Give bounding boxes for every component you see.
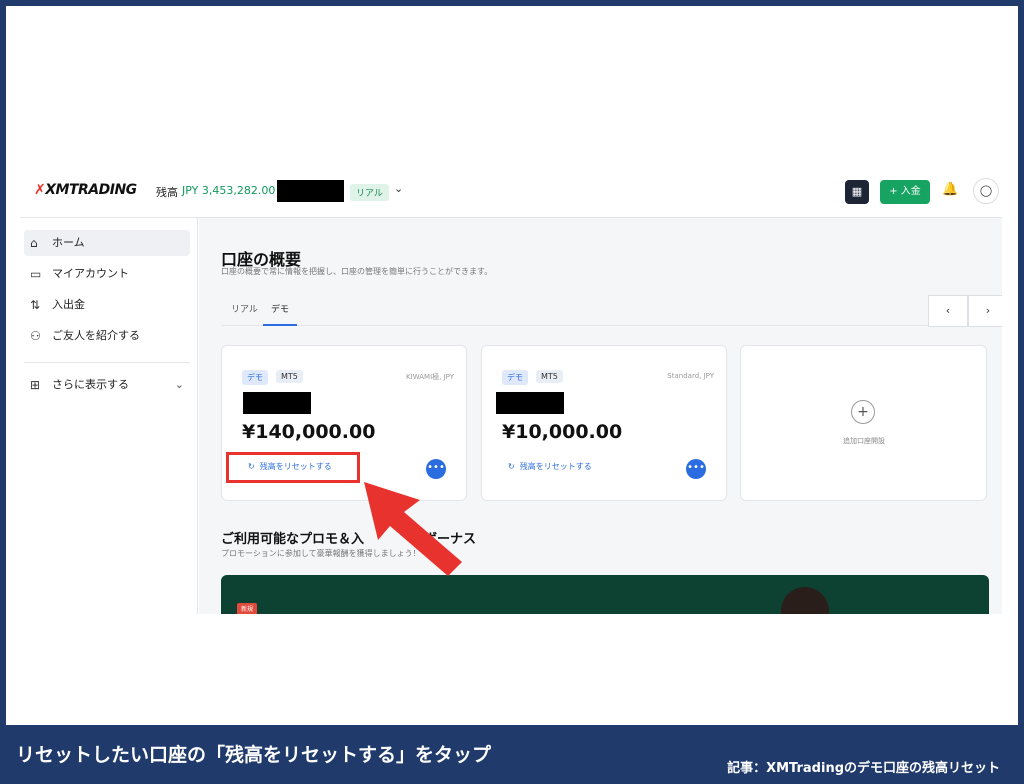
app-window: ✗XMTRADING 残高 JPY 3,453,282.00 リアル ⌄ ▦ +… — [20, 168, 1002, 614]
promo-banner[interactable]: 新規 — [221, 575, 989, 614]
sidebar-item-label: さらに表示する — [52, 378, 129, 391]
instruction-caption: リセットしたい口座の「残高をリセットする」をタップ — [16, 744, 492, 766]
sidebar-item-label: 入出金 — [52, 298, 85, 311]
balance-label: 残高 — [156, 186, 178, 199]
page-subtitle: 口座の概要で常に情報を把握し、口座の管理を簡単に行うことができます。 — [221, 267, 493, 276]
sidebar-item-deposit-withdraw[interactable]: ⇅ 入出金 — [24, 292, 190, 318]
account-type-badge: リアル — [350, 184, 389, 201]
account-balance: ¥140,000.00 — [242, 421, 376, 443]
home-icon: ⌂ — [30, 236, 38, 250]
sidebar: ⌂ ホーム ▭ マイアカウント ⇅ 入出金 ⚇ ご友人を紹介する ⊞ さらに表示… — [20, 218, 198, 614]
prev-button[interactable]: ‹ — [928, 295, 968, 327]
redacted-account-id — [496, 392, 564, 414]
more-options-icon[interactable]: ••• — [686, 459, 706, 479]
sidebar-item-my-account[interactable]: ▭ マイアカウント — [24, 261, 190, 287]
grid-icon: ⊞ — [30, 378, 41, 392]
bell-icon[interactable]: 🔔 — [942, 182, 958, 197]
account-switch-chevron-icon[interactable]: ⌄ — [394, 182, 403, 195]
sidebar-item-more[interactable]: ⊞ さらに表示する ⌄ — [24, 372, 190, 398]
platform-tag: MT5 — [536, 370, 563, 383]
account-type: KIWAMI極, JPY — [406, 373, 454, 381]
active-tab-indicator — [263, 324, 297, 326]
sidebar-item-label: ご友人を紹介する — [52, 329, 140, 342]
redacted-account-id — [243, 392, 311, 414]
qr-icon[interactable]: ▦ — [845, 180, 869, 204]
reset-icon: ↻ — [508, 462, 515, 471]
redacted-account-number — [277, 180, 344, 202]
account-balance: ¥10,000.00 — [502, 421, 623, 443]
tab-real[interactable]: リアル — [231, 302, 258, 315]
transfer-icon: ⇅ — [30, 298, 41, 312]
reset-balance-button[interactable]: ↻ 残高をリセットする — [508, 461, 592, 472]
sidebar-item-home[interactable]: ⌂ ホーム — [24, 230, 190, 256]
chevron-down-icon: ⌄ — [174, 378, 184, 391]
main-content: 口座の概要 口座の概要で常に情報を把握し、口座の管理を簡単に行うことができます。… — [199, 218, 1002, 614]
xm-logo[interactable]: ✗XMTRADING — [34, 182, 137, 198]
demo-tag: デモ — [502, 370, 528, 385]
tab-divider — [221, 325, 981, 326]
highlight-box — [226, 452, 360, 483]
reset-balance-label: 残高をリセットする — [519, 462, 592, 471]
caption-bar: リセットしたい口座の「残高をリセットする」をタップ 記事：XMTradingのデ… — [0, 725, 1024, 784]
top-bar: ✗XMTRADING 残高 JPY 3,453,282.00 リアル ⌄ ▦ +… — [20, 168, 1002, 218]
more-options-icon[interactable]: ••• — [426, 459, 446, 479]
user-icon[interactable]: ◯ — [973, 178, 999, 204]
add-account-card[interactable]: + 追加口座開設 — [740, 345, 987, 501]
account-type: Standard, JPY — [667, 372, 714, 380]
card-icon: ▭ — [30, 267, 42, 281]
balance-value: JPY 3,453,282.00 — [182, 184, 276, 197]
article-title: 記事：XMTradingのデモ口座の残高リセット — [727, 761, 1000, 776]
referral-icon: ⚇ — [30, 329, 41, 343]
red-arrow-icon — [364, 482, 462, 576]
sidebar-item-referral[interactable]: ⚇ ご友人を紹介する — [24, 323, 190, 349]
sidebar-item-label: ホーム — [52, 236, 85, 249]
tab-demo[interactable]: デモ — [271, 302, 289, 315]
add-account-label: 追加口座開設 — [843, 437, 885, 445]
sidebar-divider — [24, 362, 190, 363]
demo-tag: デモ — [242, 370, 268, 385]
account-card[interactable]: デモ MT5 Standard, JPY ¥10,000.00 ↻ 残高をリセッ… — [481, 345, 727, 501]
next-button[interactable]: › — [968, 295, 1002, 327]
promo-person-image — [781, 587, 829, 614]
new-badge: 新規 — [237, 603, 257, 614]
deposit-button[interactable]: + 入金 — [880, 180, 930, 204]
sidebar-item-label: マイアカウント — [52, 267, 129, 280]
platform-tag: MT5 — [276, 370, 303, 383]
plus-icon: + — [851, 400, 875, 424]
